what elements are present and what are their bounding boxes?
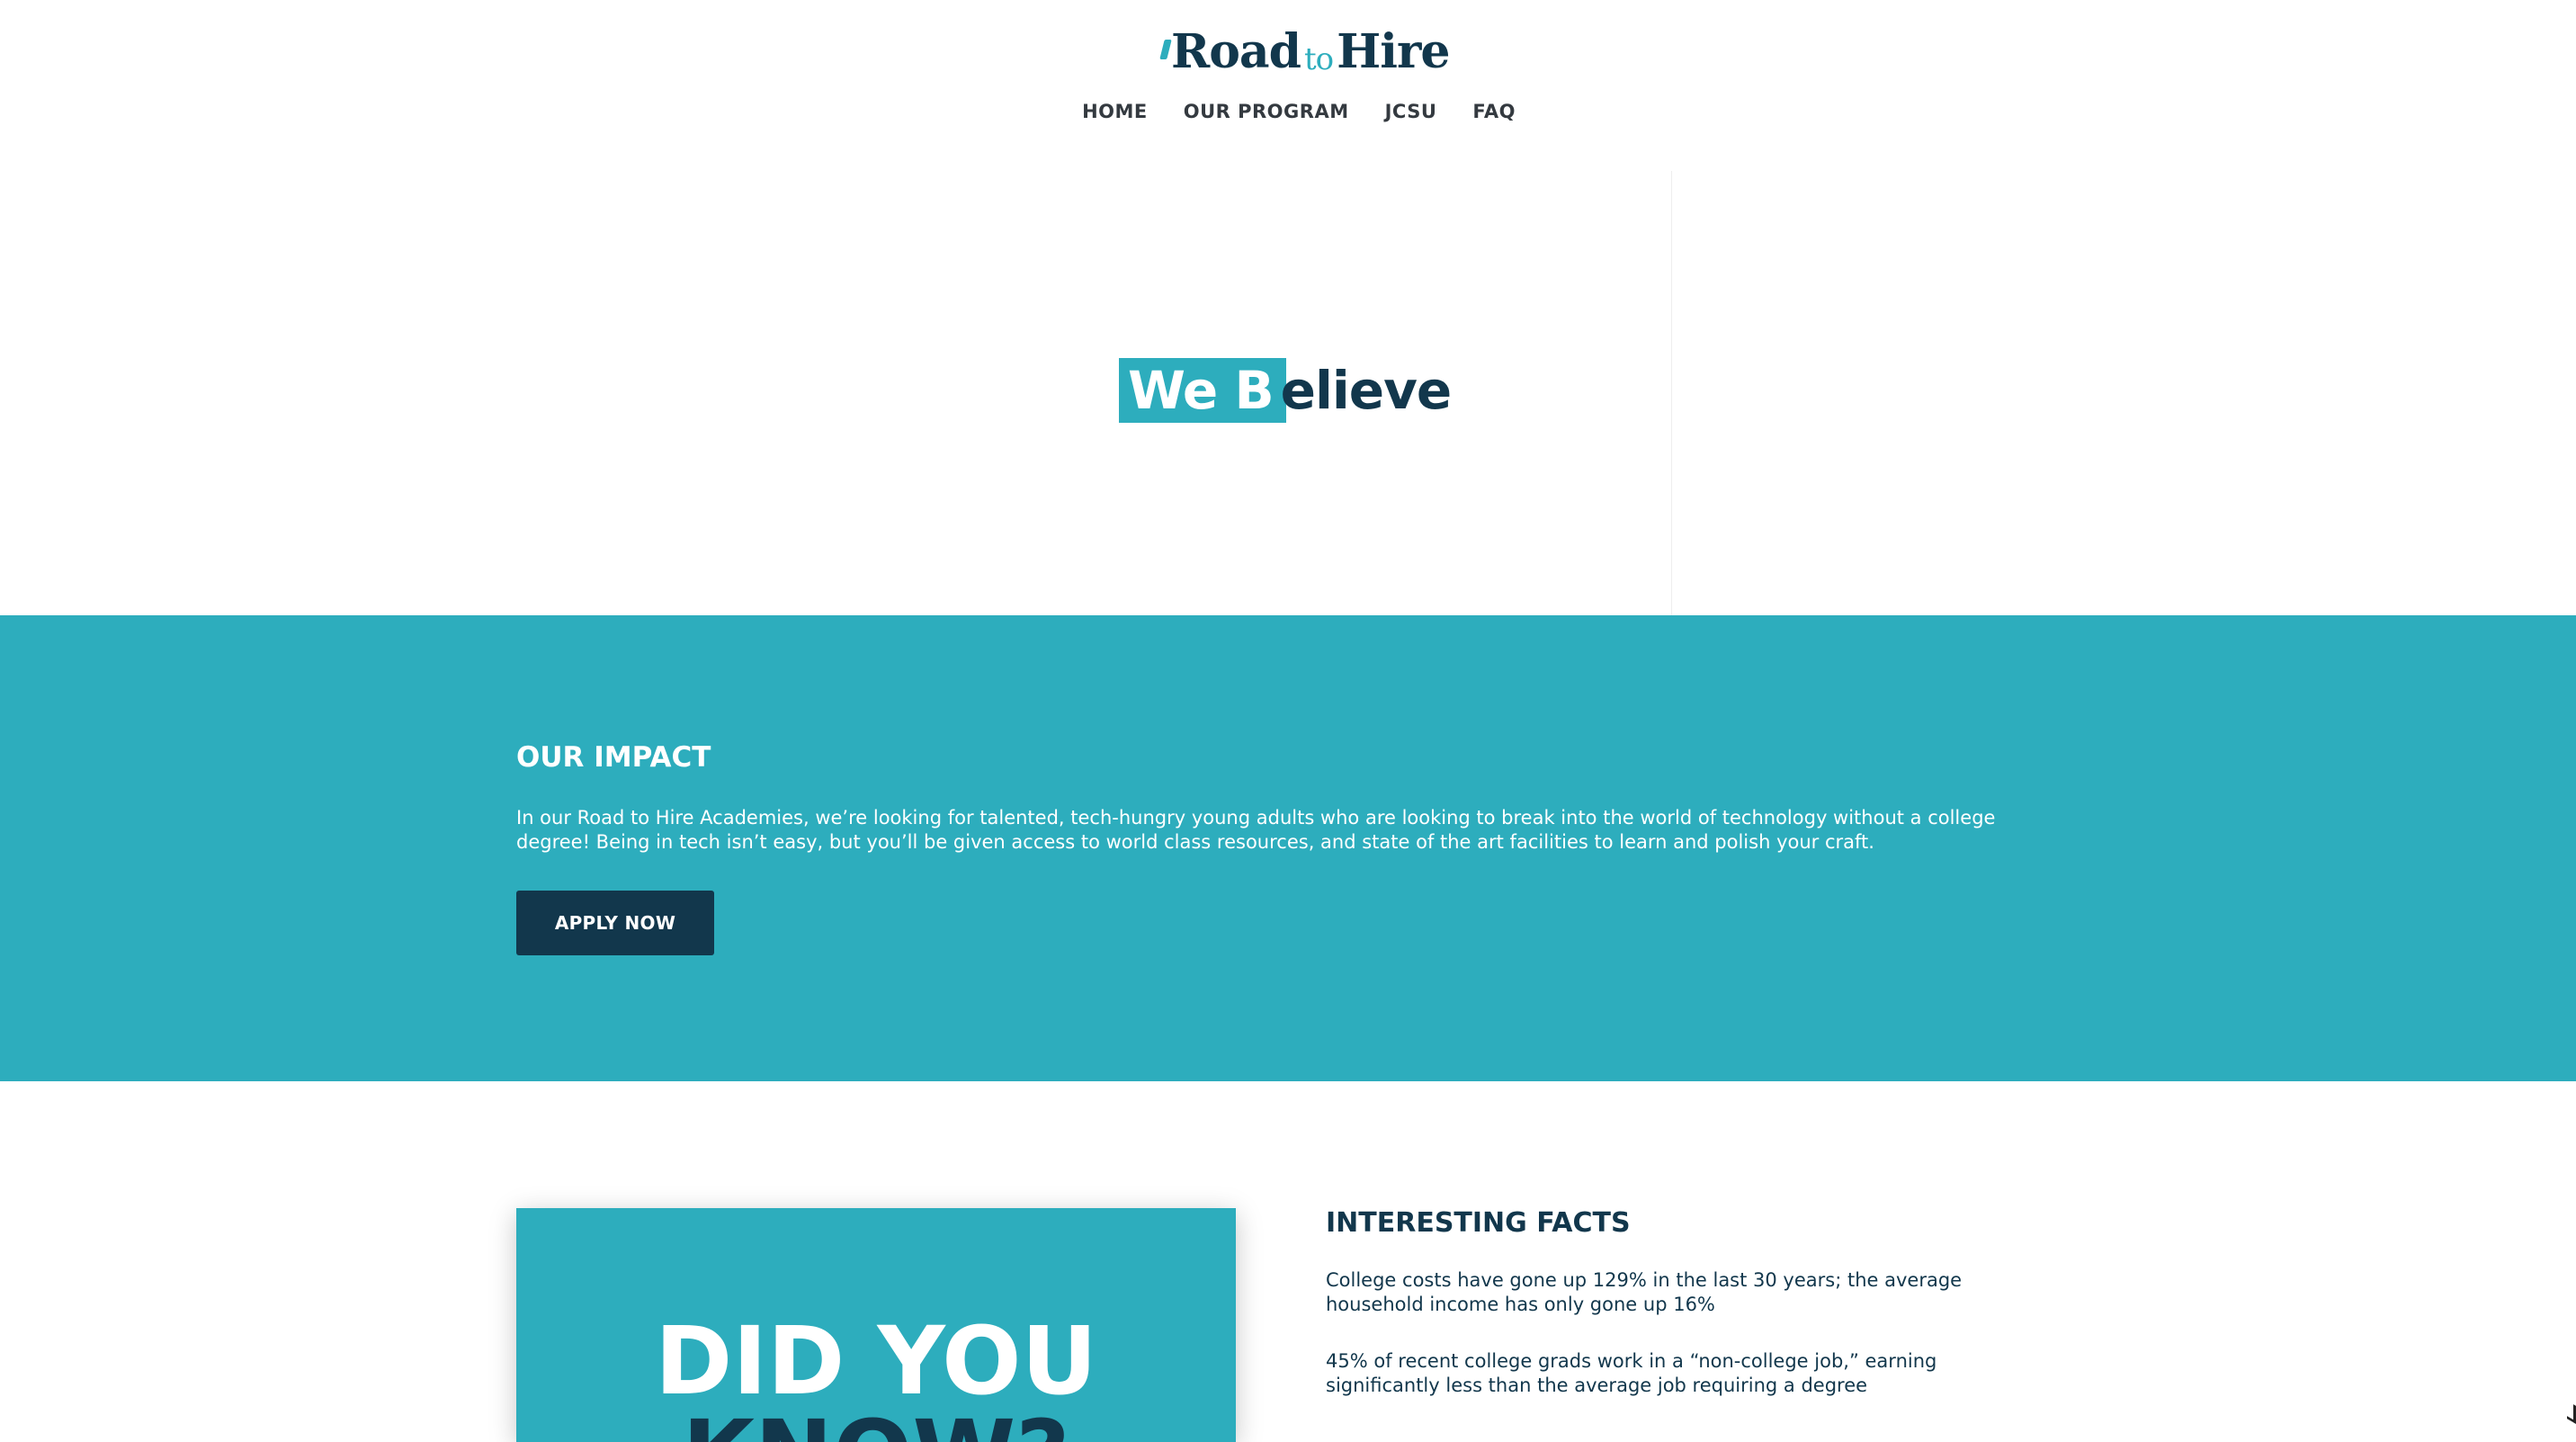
facts-section: DID YOU KNOW? INTERESTING FACTS College … — [0, 1081, 2576, 1442]
logo-word-to: to — [1303, 41, 1334, 77]
did-you-know-line1: DID YOU — [654, 1306, 1098, 1416]
main-nav: HOME OUR PROGRAM JCSU FAQ — [0, 101, 2576, 122]
nav-item-our-program[interactable]: OUR PROGRAM — [1184, 101, 1349, 122]
site-logo[interactable]: Road to Hire — [1159, 20, 1450, 79]
hero-divider — [1671, 171, 1672, 615]
fact-item: College costs have gone up 129% in the l… — [1326, 1269, 1963, 1315]
nav-item-jcsu[interactable]: JCSU — [1385, 101, 1437, 122]
apply-now-button[interactable]: APPLY NOW — [516, 891, 714, 955]
we-believe-rest: elieve — [1280, 360, 1453, 421]
hero-section: We B elieve — [0, 171, 2576, 615]
impact-title: OUR IMPACT — [516, 741, 711, 774]
did-you-know-card: DID YOU KNOW? — [516, 1208, 1236, 1442]
logo-road-mark-icon — [1159, 40, 1172, 59]
impact-section: OUR IMPACT In our Road to Hire Academies… — [0, 615, 2576, 1081]
site-header: Road to Hire HOME OUR PROGRAM JCSU FAQ — [0, 0, 2576, 171]
we-believe-heading: We B elieve — [1119, 358, 1453, 423]
did-you-know-line2: KNOW? — [516, 1408, 1236, 1442]
fact-item: 45% of recent college grads work in a “n… — [1326, 1350, 1937, 1396]
nav-item-home[interactable]: HOME — [1082, 101, 1148, 122]
nav-item-faq[interactable]: FAQ — [1472, 101, 1516, 122]
logo-word-hire: Hire — [1337, 24, 1450, 79]
facts-title: INTERESTING FACTS — [1326, 1207, 1631, 1239]
we-believe-highlight: We B — [1119, 358, 1286, 423]
impact-body: In our Road to Hire Academies, we’re loo… — [516, 807, 1996, 853]
logo-word-road: Road — [1171, 24, 1301, 79]
